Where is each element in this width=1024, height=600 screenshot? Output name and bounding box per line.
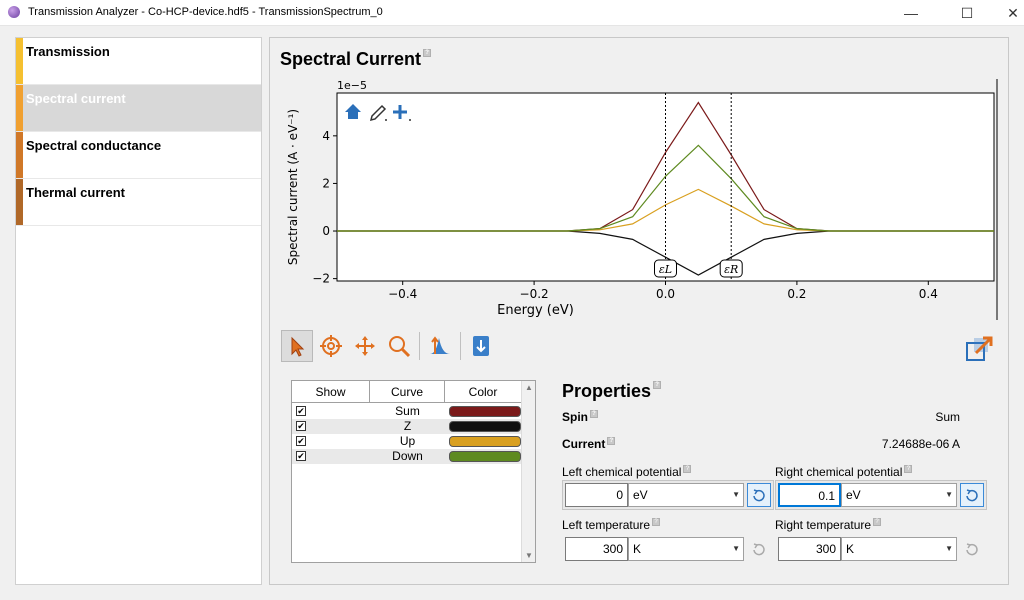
pointer-icon xyxy=(291,336,305,357)
pan-tool-button[interactable] xyxy=(349,330,381,362)
zoom-tool-button[interactable] xyxy=(383,330,415,362)
chevron-down-icon: ▼ xyxy=(945,544,953,553)
chemical-potential-label: εL xyxy=(659,263,672,276)
left-chemical-potential-reset-button[interactable] xyxy=(747,483,771,507)
move-icon xyxy=(355,336,375,356)
right-temperature-label: Right temperature? xyxy=(775,518,882,532)
spin-value[interactable]: Sum xyxy=(860,410,960,424)
plot-toolbar xyxy=(281,330,497,364)
pencil-dropdown-dot xyxy=(385,119,387,121)
left-chemical-potential-label: Left chemical potential? xyxy=(562,465,692,479)
column-header-curve[interactable]: Curve xyxy=(370,381,445,403)
help-icon[interactable]: ? xyxy=(652,518,661,526)
reset-icon xyxy=(753,489,765,502)
export-icon xyxy=(966,336,993,361)
save-data-button[interactable] xyxy=(465,330,497,362)
right-chemical-potential-input[interactable]: 0.1 xyxy=(778,483,841,507)
table-scrollbar[interactable]: ▲ ▼ xyxy=(521,381,535,562)
y-tick-label: 4 xyxy=(322,129,330,143)
curve-name: Z xyxy=(403,419,412,433)
spin-label: Spin? xyxy=(562,410,598,424)
properties-title: Properties? xyxy=(562,381,662,402)
y-tick-label: 2 xyxy=(322,176,330,190)
scroll-up-icon[interactable]: ▲ xyxy=(525,383,533,392)
toolbar-separator xyxy=(419,332,420,360)
y-multiplier: 1e−5 xyxy=(337,79,367,92)
right-temperature-reset-button[interactable] xyxy=(960,537,984,561)
show-checkbox[interactable]: ✔ xyxy=(296,451,306,461)
left-temperature-input[interactable]: 300 xyxy=(565,537,628,561)
chevron-down-icon: ▼ xyxy=(732,544,740,553)
help-icon[interactable]: ? xyxy=(904,465,913,473)
pointer-tool-button[interactable] xyxy=(281,330,313,362)
curve-table: Show Curve Color ✔ Sum ✔ Z ✔ Up ✔ Down ▲… xyxy=(291,380,536,563)
help-icon[interactable]: ? xyxy=(873,518,882,526)
crosshair-tool-button[interactable] xyxy=(315,330,347,362)
column-header-color[interactable]: Color xyxy=(445,381,522,403)
table-row: ✔ Z xyxy=(292,419,522,434)
help-icon[interactable]: ? xyxy=(607,437,616,445)
color-swatch[interactable] xyxy=(449,451,521,462)
reset-icon xyxy=(753,543,765,556)
curve-name: Down xyxy=(392,449,423,463)
show-checkbox[interactable]: ✔ xyxy=(296,421,306,431)
curve-name: Sum xyxy=(395,404,420,418)
table-row: ✔ Up xyxy=(292,434,522,449)
curve-name: Up xyxy=(399,434,416,448)
color-swatch[interactable] xyxy=(449,406,521,417)
table-row: ✔ Down xyxy=(292,449,522,464)
show-checkbox[interactable]: ✔ xyxy=(296,406,306,416)
current-label: Current? xyxy=(562,437,616,451)
left-temperature-unit[interactable]: K ▼ xyxy=(628,537,744,561)
help-icon[interactable]: ? xyxy=(590,410,598,418)
x-tick-label: 0.4 xyxy=(919,287,938,301)
crosshair-icon xyxy=(320,335,342,357)
x-tick-label: 0.2 xyxy=(787,287,806,301)
right-chemical-potential-label: Right chemical potential? xyxy=(775,465,913,479)
y-tick-label: −2 xyxy=(312,272,330,286)
export-plot-button[interactable] xyxy=(964,334,994,364)
right-chemical-potential-reset-button[interactable] xyxy=(960,483,984,507)
magnifier-icon xyxy=(389,336,411,358)
help-icon[interactable]: ? xyxy=(653,381,662,389)
left-temperature-reset-button[interactable] xyxy=(747,537,771,561)
color-swatch[interactable] xyxy=(449,421,521,432)
reset-icon xyxy=(966,543,978,556)
x-axis-label: Energy (eV) xyxy=(497,303,574,318)
reset-icon xyxy=(966,489,978,502)
chemical-potential-label: εR xyxy=(724,263,738,276)
x-tick-label: 0.0 xyxy=(656,287,675,301)
peak-icon xyxy=(430,336,450,354)
column-header-show[interactable]: Show xyxy=(292,381,370,403)
right-temperature-unit[interactable]: K ▼ xyxy=(841,537,957,561)
x-tick-label: −0.4 xyxy=(388,287,417,301)
current-value: 7.24688e-06 A xyxy=(881,437,960,451)
spectral-current-chart: −0.4 −0.2 0.0 0.2 0.4 −2 0 2 4 1e−5 Energy (eV) Spe… xyxy=(286,79,998,320)
x-tick-label: −0.2 xyxy=(520,287,549,301)
color-swatch[interactable] xyxy=(449,436,521,447)
right-temperature-input[interactable]: 300 xyxy=(778,537,841,561)
download-icon xyxy=(473,336,489,356)
add-dropdown-dot xyxy=(409,119,411,121)
help-icon[interactable]: ? xyxy=(683,465,692,473)
scroll-down-icon[interactable]: ▼ xyxy=(525,551,533,560)
chevron-down-icon: ▼ xyxy=(732,490,740,499)
table-row: ✔ Sum xyxy=(292,404,522,419)
right-chemical-potential-unit[interactable]: eV ▼ xyxy=(841,483,957,507)
left-chemical-potential-unit[interactable]: eV ▼ xyxy=(628,483,744,507)
y-tick-label: 0 xyxy=(322,224,330,238)
show-checkbox[interactable]: ✔ xyxy=(296,436,306,446)
y-axis-label: Spectral current (A · eV⁻¹) xyxy=(286,109,300,265)
left-temperature-label: Left temperature? xyxy=(562,518,661,532)
toolbar-separator xyxy=(460,332,461,360)
peak-tool-button[interactable] xyxy=(424,330,456,362)
chevron-down-icon: ▼ xyxy=(945,490,953,499)
left-chemical-potential-input[interactable]: 0 xyxy=(565,483,628,507)
